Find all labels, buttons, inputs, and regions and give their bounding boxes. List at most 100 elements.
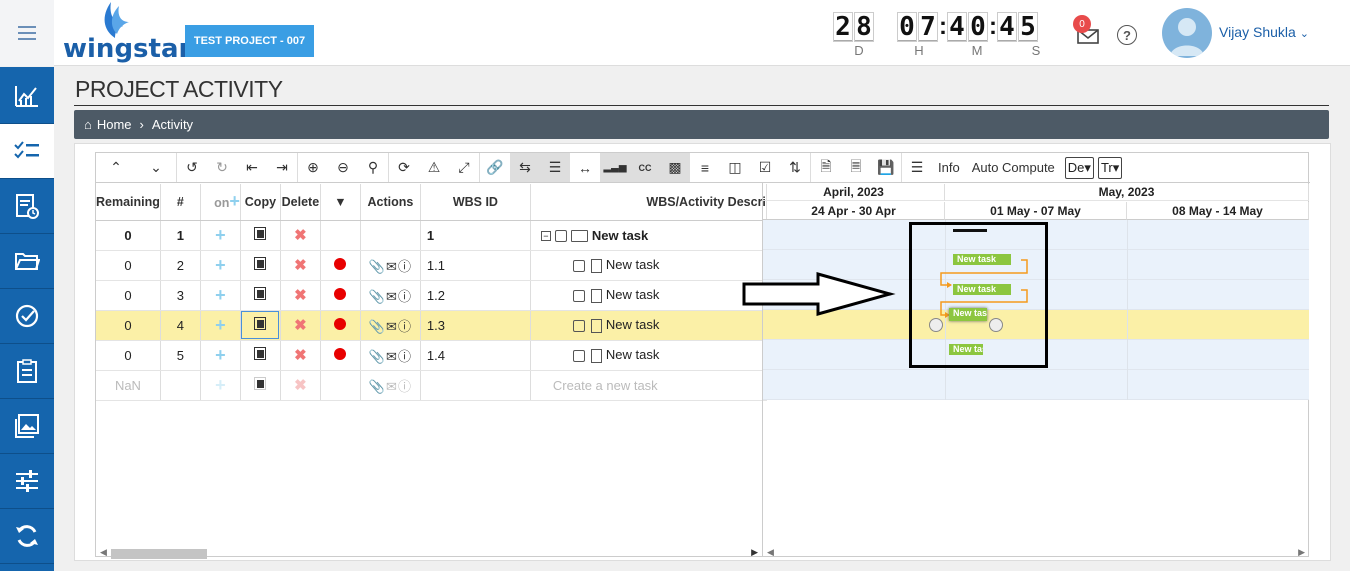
hour-digit: 0 [897, 12, 917, 42]
gantt-horizontal-scrollbar[interactable]: ◀ ▶ [763, 547, 1309, 558]
list-icon[interactable]: ≡ [690, 153, 720, 182]
closed-caption-icon[interactable]: CC [630, 153, 660, 182]
warning-icon[interactable]: ⚠ [419, 153, 449, 182]
add-icon[interactable]: + [215, 225, 226, 245]
add-icon[interactable]: + [215, 315, 226, 335]
col-delete[interactable]: Delete [280, 184, 321, 221]
delete-icon[interactable]: ✖ [294, 227, 307, 244]
title-divider [74, 105, 1329, 106]
col-copy[interactable]: Copy [240, 184, 281, 221]
row-checkbox[interactable] [572, 319, 585, 332]
undo-icon[interactable]: ↺ [177, 153, 207, 182]
sidebar-item-activity[interactable] [0, 124, 54, 179]
redo-icon[interactable]: ↻ [207, 153, 237, 182]
checkbox-icon[interactable]: ☑ [750, 153, 780, 182]
delete-icon[interactable]: ✖ [294, 287, 307, 304]
sidebar-item-sync[interactable] [0, 509, 54, 564]
wingstar-logo[interactable]: wingstarTM [63, 0, 205, 66]
arrows-horizontal-icon[interactable]: ↔ [570, 153, 600, 182]
columns-icon[interactable]: ◫ [720, 153, 750, 182]
zoom-in-icon[interactable]: ⊕ [298, 153, 328, 182]
user-menu[interactable]: Vijay Shukla ⌄ [1219, 24, 1309, 40]
excel-icon[interactable]: 🗏 [841, 153, 871, 182]
days-label: D [854, 43, 864, 58]
add-icon: + [215, 374, 226, 395]
create-task-placeholder[interactable]: Create a new task [530, 370, 767, 401]
link-icon[interactable]: 🔗 [480, 153, 510, 182]
server-icon[interactable]: ☰ [540, 153, 570, 182]
table-row[interactable]: 0 2 + ✖ 📎✉ⓘ 1.1 New task [96, 250, 767, 281]
delete-icon[interactable]: ✖ [294, 347, 307, 364]
row-checkbox[interactable] [572, 289, 585, 302]
col-filter[interactable]: ▼ [320, 184, 361, 221]
home-icon: ⌂ [84, 117, 92, 132]
view-select[interactable]: De ▾ [1064, 156, 1094, 179]
col-description[interactable]: WBS/Activity Descri [530, 184, 767, 221]
refresh-icon[interactable]: ⟳ [389, 153, 419, 182]
col-actions[interactable]: Actions [360, 184, 421, 221]
table-row[interactable]: 0 3 + ✖ 📎✉ⓘ 1.2 New task [96, 280, 767, 311]
search-icon[interactable]: ⚲ [358, 153, 388, 182]
scroll-thumb[interactable] [111, 549, 207, 559]
row-checkbox[interactable] [572, 349, 585, 362]
col-number[interactable]: # [160, 184, 201, 221]
bar-chart-icon[interactable]: ▩ [660, 153, 690, 182]
activity-table: Remaining # on+ Copy Delete ▼ Actions WB… [96, 184, 767, 401]
collapse-icon[interactable]: − [540, 231, 551, 242]
add-icon[interactable]: + [215, 345, 226, 365]
col-remaining[interactable]: Remaining [96, 184, 161, 221]
annotation-arrow-icon [742, 272, 896, 316]
filter-select[interactable]: Tr ▾ [1097, 156, 1123, 179]
sidebar-item-documents[interactable] [0, 234, 54, 289]
actions-icons[interactable]: 📎✉ⓘ [360, 280, 421, 311]
info-button[interactable]: Info [932, 160, 966, 175]
outdent-icon[interactable]: ⇤ [237, 153, 267, 182]
indent-icon[interactable]: ⇥ [267, 153, 297, 182]
sidebar-item-gallery[interactable] [0, 399, 54, 454]
breadcrumb-home[interactable]: Home [97, 117, 132, 132]
table-row[interactable]: 0 5 + ✖ 📎✉ⓘ 1.4 New task [96, 340, 767, 371]
swap-icon[interactable]: ⇆ [510, 153, 540, 182]
copy-icon[interactable] [254, 317, 267, 330]
fullscreen-icon[interactable]: ⤢ [449, 153, 479, 182]
pdf-icon[interactable]: 🗎 [811, 153, 841, 182]
add-icon[interactable]: + [215, 285, 226, 305]
table-row[interactable]: 0 1 + ✖ 1 − New task [96, 220, 767, 251]
sidebar-item-checklist[interactable] [0, 344, 54, 399]
numbered-list-icon[interactable]: ☰ [902, 153, 932, 182]
status-dot [334, 287, 347, 300]
copy-icon[interactable] [254, 287, 267, 300]
row-checkbox[interactable] [572, 259, 585, 272]
actions-icons[interactable]: 📎✉ⓘ [360, 250, 421, 281]
delete-icon[interactable]: ✖ [294, 257, 307, 274]
create-task-row[interactable]: NaN + ✖ 📎✉ⓘ Create a new task [96, 370, 767, 401]
avatar[interactable] [1162, 8, 1212, 58]
table-row-selected[interactable]: 0 4 + ✖ 📎✉ⓘ 1.3 New task [96, 310, 767, 341]
auto-compute-button[interactable]: Auto Compute [966, 160, 1061, 175]
col-wbs-id[interactable]: WBS ID [420, 184, 531, 221]
delete-icon[interactable]: ✖ [294, 317, 307, 334]
zoom-out-icon[interactable]: ⊖ [328, 153, 358, 182]
chevron-up-icon[interactable]: ⌃ [96, 153, 136, 182]
sidebar-item-schedule[interactable] [0, 179, 54, 234]
chevron-down-icon[interactable]: ⌄ [136, 153, 176, 182]
col-add[interactable]: on+ [200, 184, 241, 221]
help-icon[interactable]: ? [1117, 25, 1137, 45]
sort-icon[interactable]: ⇅ [780, 153, 810, 182]
grid-horizontal-scrollbar[interactable]: ◀ ▶ [96, 547, 762, 559]
actions-icons[interactable]: 📎✉ⓘ [360, 310, 421, 341]
sidebar-item-dashboard[interactable] [0, 69, 54, 124]
project-selector-button[interactable]: TEST PROJECT - 007 [185, 25, 314, 57]
sidebar-item-approvals[interactable] [0, 289, 54, 344]
signal-bars-icon[interactable]: ▂▃▅ [600, 153, 630, 182]
save-icon[interactable]: 💾 [871, 153, 901, 182]
copy-icon[interactable] [254, 227, 267, 240]
row-checkbox[interactable] [554, 230, 567, 243]
add-icon[interactable]: + [215, 255, 226, 275]
hamburger-menu-button[interactable] [0, 0, 54, 66]
delete-icon: ✖ [294, 377, 307, 394]
copy-icon[interactable] [254, 257, 267, 270]
actions-icons[interactable]: 📎✉ⓘ [360, 340, 421, 371]
sidebar-item-settings[interactable] [0, 454, 54, 509]
copy-icon[interactable] [254, 347, 267, 360]
